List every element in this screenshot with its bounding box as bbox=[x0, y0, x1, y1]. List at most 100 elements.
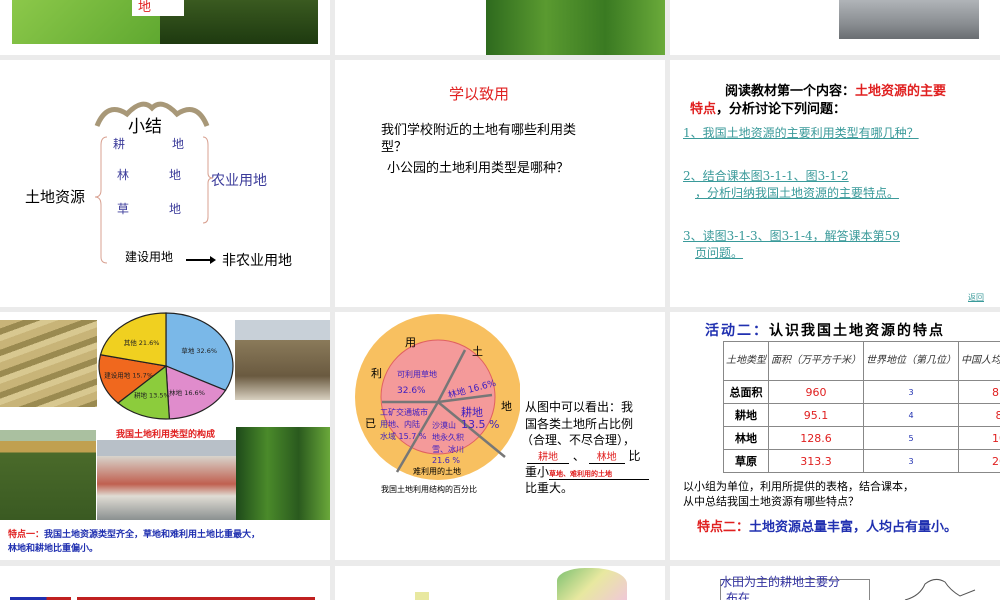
slide-thumbnail-1[interactable]: 地 bbox=[0, 0, 330, 55]
table-cell: 313.3 bbox=[768, 449, 864, 473]
slide-thumbnail-2[interactable] bbox=[335, 0, 665, 55]
pie-slice-label: 草地 32.6% bbox=[181, 346, 217, 355]
blank-farmland: 耕地 bbox=[527, 448, 569, 464]
pie-caption: 我国土地利用类型的构成 bbox=[116, 430, 216, 440]
activity-title: 活动二：认识我国土地资源的特点 bbox=[705, 320, 945, 340]
pie-slice-label: 耕地 13.5% bbox=[134, 391, 170, 400]
slide-thumbnail-apply[interactable]: 学以致用 我们学校附近的土地有哪些利用类 型？ 小公园的土地利用类型是哪种？ bbox=[335, 60, 665, 307]
desert-line4: 21.6 % bbox=[432, 456, 460, 465]
pie-slice-label: 其他 21.6% bbox=[124, 338, 160, 347]
question-link-3[interactable]: 3、读图3-1-3、图3-1-4，解答课本第59 bbox=[683, 227, 900, 244]
item-cao: 草 bbox=[117, 202, 130, 216]
table-cell: 2644 bbox=[958, 449, 1000, 473]
slide-thumbnail-activity3[interactable] bbox=[0, 566, 330, 600]
activity-title-text: 认识我国土地资源的特点 bbox=[769, 323, 945, 339]
desert-line3: 雪、冰川 bbox=[432, 445, 464, 454]
box-line2: 布在 bbox=[726, 591, 751, 600]
land-use-pie-chart: 草地 32.6% 林地 16.6%耕地 13.5% 建设用地 15.7% 其他 21.… bbox=[98, 312, 234, 420]
desert-line1: 沙漠山 bbox=[432, 421, 456, 430]
desert-line2: 地永久积 bbox=[432, 433, 464, 442]
table-header: 土地类型 bbox=[723, 341, 769, 381]
slide-label: 地 bbox=[132, 0, 184, 16]
slide-thumbnail-ring[interactable]: 用 土 地 利 已 可利用草地 32.6% 林地 16.6% 耕地 13.5 %… bbox=[335, 312, 665, 560]
question-link-2[interactable]: 2、结合课本图3-1-1、图3-1-2 bbox=[683, 167, 849, 184]
slide-thumbnail-summary[interactable]: 小结 耕 地 林 地 草 地 农业用地 土地资源 建设用地 非农业用地 bbox=[0, 60, 330, 307]
table-row: 林地128.6510857170 bbox=[723, 426, 1000, 450]
china-outline-map bbox=[904, 578, 976, 600]
table-cell: 5 bbox=[863, 426, 959, 450]
slide-thumbnail-pie[interactable]: 草地 32.6% 林地 16.6% 耕地 13.5% 建设用地 15.7% 其他 21.… bbox=[0, 312, 330, 560]
back-link[interactable]: 返回 bbox=[968, 292, 984, 303]
slide-thumbnail-3[interactable] bbox=[670, 0, 1000, 55]
reading-heading-line1: 阅读教材第一个内容：土地资源的主要 bbox=[725, 80, 946, 99]
table-cell: 总面积 bbox=[723, 380, 769, 404]
table-cell: 960 bbox=[768, 380, 864, 404]
china-landuse-map bbox=[557, 568, 627, 600]
summary-title: 小结 bbox=[128, 117, 162, 137]
feature-one-line1: 特点一：我国土地资源类型齐全，草地和难利用土地比重最大， bbox=[8, 527, 260, 540]
question-1-line1: 我们学校附近的土地有哪些利用类 bbox=[381, 123, 577, 138]
table-row: 总面积9603810027762 bbox=[723, 380, 1000, 404]
agri-label: 农业用地 bbox=[211, 173, 267, 189]
ring-caption: 我国土地利用结构的百分比 bbox=[381, 485, 477, 494]
analysis-line6: 比重大。 bbox=[525, 481, 574, 495]
table-header: 面积（万平方千米） bbox=[768, 341, 864, 381]
outer-char-yong: 用 bbox=[405, 336, 416, 349]
heading-prefix: 阅读教材第一个内容： bbox=[725, 84, 856, 99]
question-link-2-cont[interactable]: ，分析归纳我国土地资源的主要特点。 bbox=[695, 184, 899, 201]
feature-two-prefix: 特点二： bbox=[697, 520, 750, 535]
slide-thumbnail-paddy[interactable]: 水田为主的耕地主要分 布在 bbox=[670, 566, 1000, 600]
item-di-3: 地 bbox=[169, 202, 182, 216]
feature-one-text: 我国土地资源类型齐全，草地和难利用土地比重最大， bbox=[44, 530, 261, 540]
urban-line3: 水域 15.7 % bbox=[380, 432, 427, 441]
analysis-line3: （合理、不尽合理）， bbox=[521, 433, 636, 447]
table-row: 耕地95.148022501 bbox=[723, 403, 1000, 427]
outer-char-li: 利 bbox=[371, 367, 382, 380]
table-cell: 95.1 bbox=[768, 403, 864, 427]
feature-one-prefix: 特点一： bbox=[8, 530, 45, 540]
land-resource-table: 土地类型面积（万平方千米）世界地位（第几位）中国人均（平方米）世界人均（平方米）… bbox=[723, 341, 1000, 473]
farm-pct: 13.5 % bbox=[461, 418, 500, 431]
slide-thumbnail-table[interactable]: 活动二：认识我国土地资源的特点 土地类型 面积（万平方千米） 世界地位（第几位） 中国… bbox=[670, 312, 1000, 560]
non-agri-label: 非农业用地 bbox=[222, 253, 292, 269]
table-cell: 3 bbox=[863, 380, 959, 404]
outer-char-yi: 已 bbox=[365, 417, 376, 430]
feature-two-text: 土地资源总量丰富，人均占有量小。 bbox=[749, 520, 958, 535]
item-geng: 耕 bbox=[113, 137, 126, 151]
question-1-line2: 型？ bbox=[381, 140, 408, 155]
table-cell: 耕地 bbox=[723, 403, 769, 427]
grass-label: 可利用草地 bbox=[397, 370, 437, 379]
analysis-line5: 重小草地、难利用的土地 bbox=[525, 463, 650, 480]
bi-char: 比 bbox=[628, 449, 641, 463]
analysis-line4: 耕地 、 林地 比 bbox=[527, 447, 641, 464]
pie-slice-label: 林地 16.6% bbox=[169, 388, 205, 397]
table-cell: 8100 bbox=[958, 380, 1000, 404]
question-link-1[interactable]: 1、我国土地资源的主要利用类型有哪几种？ bbox=[683, 124, 919, 141]
brace-lines bbox=[95, 136, 214, 264]
root-label: 土地资源 bbox=[25, 188, 86, 206]
slide-thumbnail-map[interactable] bbox=[335, 566, 665, 600]
blank-forest: 林地 bbox=[588, 448, 625, 464]
heading-suffix: ，分析讨论下列问题： bbox=[716, 102, 847, 117]
separator: 、 bbox=[572, 449, 585, 463]
item-di-1: 地 bbox=[172, 137, 185, 151]
activity-prefix: 活动二： bbox=[705, 323, 769, 339]
construction-label: 建设用地 bbox=[125, 250, 174, 264]
forest-photo bbox=[486, 0, 665, 55]
heading-highlight: 土地资源的主要 bbox=[855, 84, 947, 99]
arrow-icon bbox=[186, 256, 216, 264]
slide-thumbnail-reading[interactable]: 阅读教材第一个内容：土地资源的主要 特点，分析讨论下列问题： 1、我国土地资源的… bbox=[670, 60, 1000, 307]
outer-char-tu: 土 bbox=[472, 345, 483, 358]
urban-line2: 用地、内陆 bbox=[380, 420, 420, 429]
feature-one-line2: 林地和耕地比重偏小。 bbox=[8, 544, 99, 554]
question-link-3-cont[interactable]: 页问题。 bbox=[695, 244, 743, 261]
table-cell: 128.6 bbox=[768, 426, 864, 450]
table-cell: 1085 bbox=[958, 426, 1000, 450]
table-cell: 草原 bbox=[723, 449, 769, 473]
hard-land-label: 难利用的土地 bbox=[413, 467, 461, 476]
table-header: 世界地位（第几位） bbox=[863, 341, 959, 381]
item-di-2: 地 bbox=[169, 168, 182, 182]
table-header: 中国人均（平方米） bbox=[958, 341, 1000, 381]
apply-title: 学以致用 bbox=[449, 85, 510, 103]
zhong-text: 重小 bbox=[525, 465, 550, 479]
